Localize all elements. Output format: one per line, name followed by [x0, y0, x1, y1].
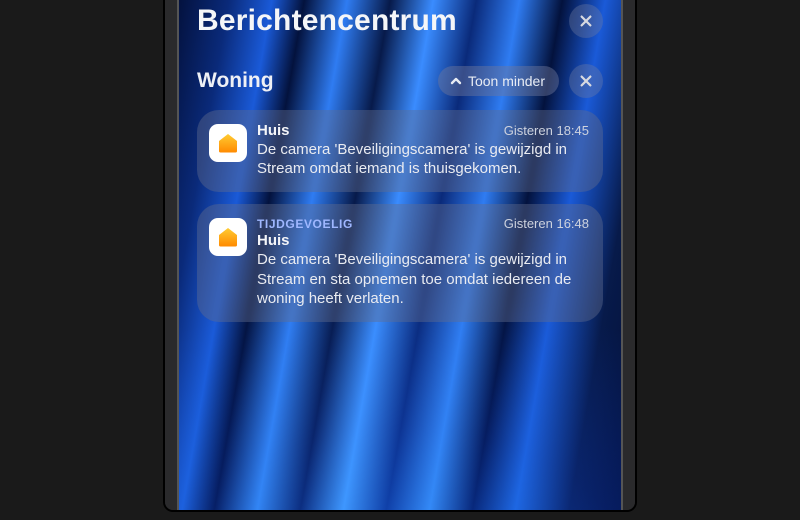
chevron-up-icon — [450, 75, 462, 87]
close-icon — [579, 74, 593, 88]
show-less-button[interactable]: Toon minder — [438, 66, 559, 96]
phone-screen: Berichtencentrum Woning Toon minder — [177, 0, 623, 510]
phone-mock: Berichtencentrum Woning Toon minder — [165, 0, 635, 510]
notification-text: De camera 'Beveiligingscamera' is gewijz… — [257, 140, 589, 178]
home-icon — [216, 225, 240, 249]
group-title: Woning — [197, 69, 428, 93]
app-icon — [209, 218, 247, 256]
notification-text: De camera 'Beveiligingscamera' is gewijz… — [257, 250, 589, 308]
notification-center: Berichtencentrum Woning Toon minder — [177, 0, 623, 322]
group-dismiss-button[interactable] — [569, 64, 603, 98]
close-icon — [579, 14, 593, 28]
home-icon — [216, 131, 240, 155]
notification-eyebrow: TIJDGEVOELIG — [257, 217, 353, 231]
show-less-label: Toon minder — [468, 73, 545, 89]
notification-time: Gisteren 16:48 — [504, 216, 589, 231]
app-icon — [209, 124, 247, 162]
notification-time: Gisteren 18:45 — [504, 123, 589, 138]
nc-header: Berichtencentrum — [197, 4, 603, 38]
notification-app-name: Huis — [257, 232, 353, 249]
group-header: Woning Toon minder — [197, 64, 603, 98]
close-button[interactable] — [569, 4, 603, 38]
page-title: Berichtencentrum — [197, 4, 457, 38]
notification-item[interactable]: TIJDGEVOELIG Huis Gisteren 16:48 De came… — [197, 204, 603, 322]
notification-body: Huis Gisteren 18:45 De camera 'Beveiligi… — [257, 122, 589, 178]
notification-app-name: Huis — [257, 122, 290, 139]
notification-body: TIJDGEVOELIG Huis Gisteren 16:48 De came… — [257, 216, 589, 308]
notification-item[interactable]: Huis Gisteren 18:45 De camera 'Beveiligi… — [197, 110, 603, 192]
